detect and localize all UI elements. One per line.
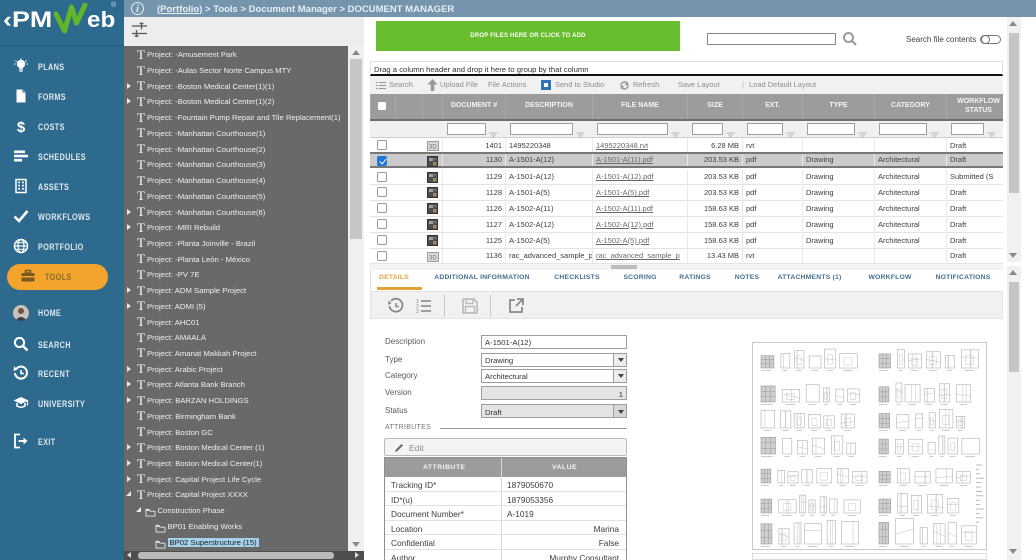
svg-text:3D: 3D — [429, 255, 437, 261]
svg-text:3: 3 — [416, 309, 419, 315]
svg-text:3D: 3D — [429, 145, 437, 151]
